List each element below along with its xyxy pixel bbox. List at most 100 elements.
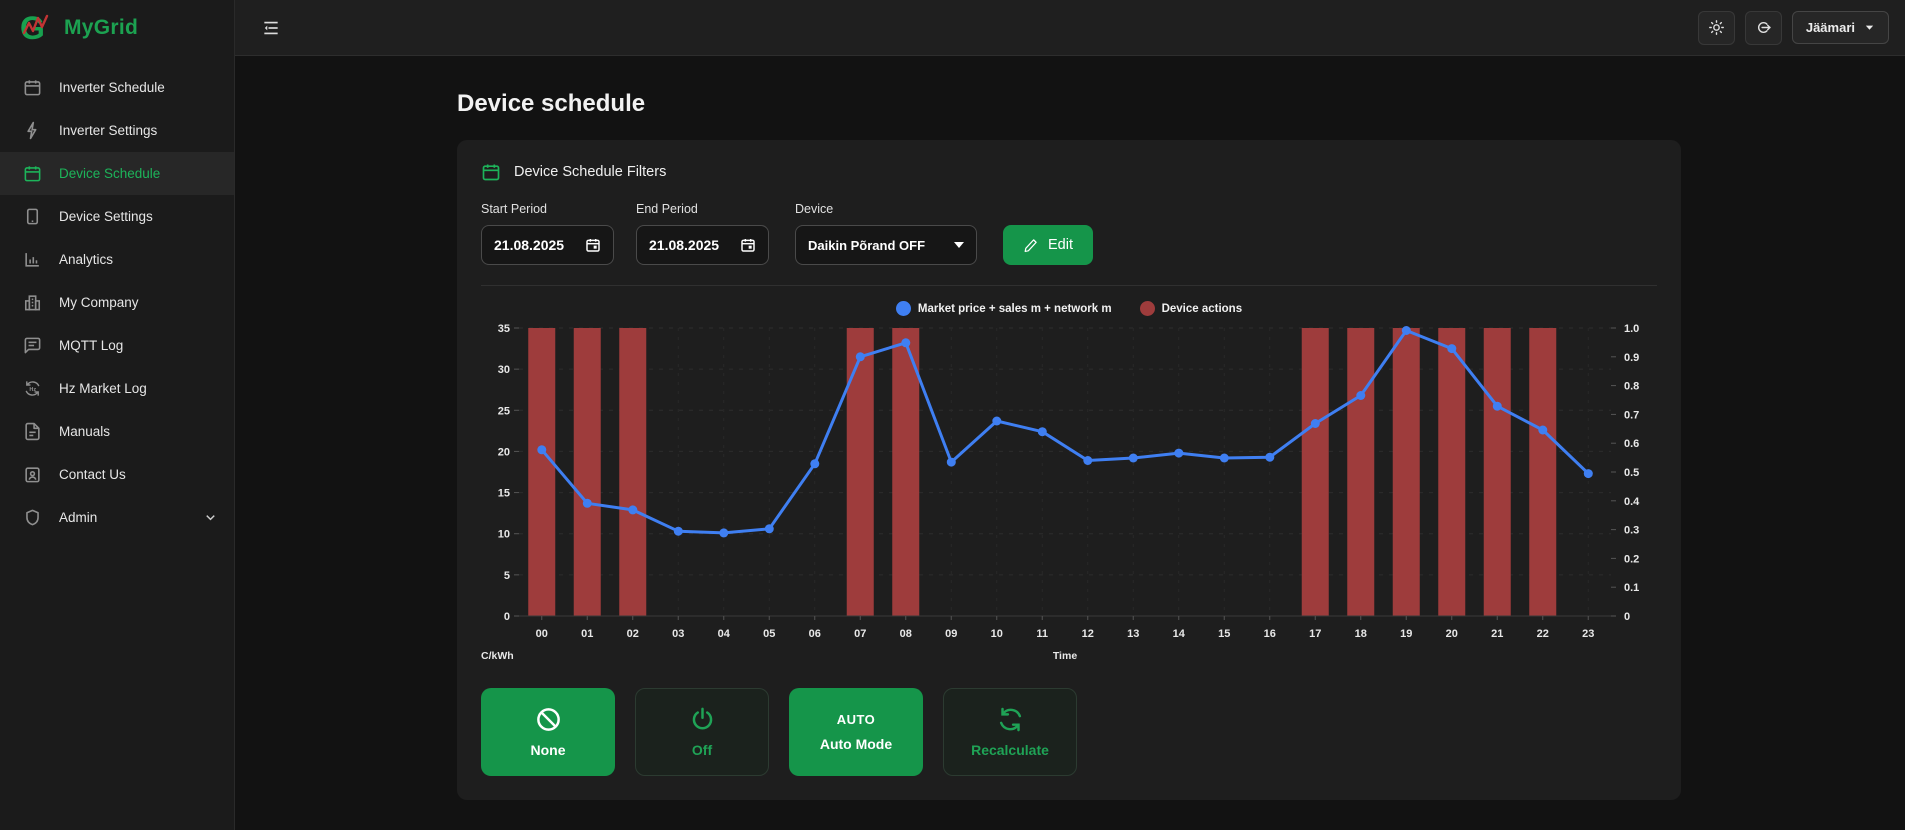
svg-text:16: 16 (1264, 628, 1276, 640)
sidebar-item-label: Device Settings (59, 209, 153, 224)
logout-icon (1755, 19, 1772, 36)
prohibition-icon (535, 706, 562, 733)
svg-text:0.8: 0.8 (1624, 381, 1639, 393)
svg-text:1.0: 1.0 (1624, 323, 1639, 335)
chart-legend: Market price + sales m + network m Devic… (481, 301, 1657, 316)
end-period-label: End Period (636, 202, 769, 216)
end-period-field: End Period 21.08.2025 (636, 202, 769, 265)
legend-dot-device-actions (1140, 301, 1155, 316)
legend-label-device-actions: Device actions (1162, 303, 1243, 315)
end-period-input[interactable]: 21.08.2025 (636, 225, 769, 265)
svg-text:20: 20 (498, 446, 510, 458)
caret-down-icon (1864, 22, 1875, 33)
sidebar-item-label: My Company (59, 295, 139, 310)
svg-text:25: 25 (498, 405, 510, 417)
action-off-label: Off (692, 742, 712, 758)
brand-name: MyGrid (64, 16, 138, 40)
svg-text:0: 0 (504, 611, 510, 623)
filters-row: Start Period 21.08.2025 End Period 21.08… (481, 202, 1657, 265)
card-divider (481, 285, 1657, 286)
refresh-icon (997, 706, 1024, 733)
svg-text:23: 23 (1582, 628, 1594, 640)
svg-text:01: 01 (581, 628, 593, 640)
legend-item-market-price: Market price + sales m + network m (896, 301, 1112, 316)
shield-icon (23, 508, 42, 527)
svg-text:17: 17 (1309, 628, 1321, 640)
edit-button-label: Edit (1048, 237, 1073, 253)
building-icon (23, 293, 42, 312)
document-icon (23, 422, 42, 441)
calendar-icon (585, 237, 601, 253)
sidebar-item-device-settings[interactable]: Device Settings (0, 195, 234, 238)
user-menu-button[interactable]: Jäämari (1792, 11, 1889, 44)
filters-panel-title: Device Schedule Filters (514, 164, 666, 180)
sidebar-item-device-schedule[interactable]: Device Schedule (0, 152, 234, 195)
action-auto-mode-button[interactable]: AUTO Auto Mode (789, 688, 923, 776)
end-period-value: 21.08.2025 (649, 237, 719, 253)
sidebar-item-mqtt-log[interactable]: MQTT Log (0, 324, 234, 367)
mygrid-logo-icon: G (18, 10, 54, 46)
action-auto-mode-label: Auto Mode (820, 736, 892, 752)
legend-item-device-actions: Device actions (1140, 301, 1243, 316)
sidebar-item-analytics[interactable]: Analytics (0, 238, 234, 281)
sidebar-item-my-company[interactable]: My Company (0, 281, 234, 324)
sidebar-item-admin[interactable]: Admin (0, 496, 234, 539)
svg-text:5: 5 (504, 570, 510, 582)
main-column: Jäämari Device schedule Device Schedule … (235, 0, 1905, 830)
topbar-right: Jäämari (1698, 11, 1889, 45)
sidebar-item-label: MQTT Log (59, 338, 123, 353)
action-none-label: None (531, 742, 566, 758)
svg-text:15: 15 (498, 488, 510, 500)
svg-text:00: 00 (536, 628, 548, 640)
device-selected-value: Daikin Põrand OFF (808, 238, 925, 253)
sidebar-item-label: Contact Us (59, 467, 126, 482)
caret-down-icon (954, 242, 964, 248)
sidebar-item-label: Admin (59, 510, 97, 525)
sidebar-item-inverter-schedule[interactable]: Inverter Schedule (0, 66, 234, 109)
svg-text:0.5: 0.5 (1624, 467, 1639, 479)
svg-text:07: 07 (854, 628, 866, 640)
sidebar-item-label: Inverter Settings (59, 123, 157, 138)
tablet-icon (23, 207, 42, 226)
action-none-button[interactable]: None (481, 688, 615, 776)
collapse-sidebar-icon (261, 18, 281, 38)
svg-text:30: 30 (498, 364, 510, 376)
svg-text:0.3: 0.3 (1624, 525, 1639, 537)
svg-text:04: 04 (718, 628, 731, 640)
svg-text:20: 20 (1446, 628, 1458, 640)
topbar: Jäämari (235, 0, 1905, 56)
action-recalculate-button[interactable]: Recalculate (943, 688, 1077, 776)
logo-area: G MyGrid (0, 0, 234, 56)
svg-text:09: 09 (945, 628, 957, 640)
sidebar-item-contact-us[interactable]: Contact Us (0, 453, 234, 496)
svg-text:15: 15 (1218, 628, 1230, 640)
svg-text:03: 03 (672, 628, 684, 640)
edit-button[interactable]: Edit (1003, 225, 1093, 265)
filters-panel-header: Device Schedule Filters (481, 162, 1657, 182)
sidebar-item-label: Hz Market Log (59, 381, 147, 396)
logout-button[interactable] (1745, 11, 1782, 45)
svg-text:0: 0 (1624, 611, 1630, 623)
sidebar-item-label: Inverter Schedule (59, 80, 165, 95)
start-period-input[interactable]: 21.08.2025 (481, 225, 614, 265)
calendar-icon (23, 164, 42, 183)
action-off-button[interactable]: Off (635, 688, 769, 776)
auto-mode-icon-text: AUTO (837, 712, 876, 727)
app-root: G MyGrid Inverter Schedule Inverter Sett… (0, 0, 1905, 830)
device-select[interactable]: Daikin Põrand OFF (795, 225, 977, 265)
sidebar-item-manuals[interactable]: Manuals (0, 410, 234, 453)
collapse-sidebar-button[interactable] (261, 18, 281, 38)
sidebar-item-label: Device Schedule (59, 166, 160, 181)
hz-refresh-icon: Hz (23, 379, 42, 398)
bar-chart-icon (23, 250, 42, 269)
sidebar-nav: Inverter Schedule Inverter Settings Devi… (0, 56, 234, 539)
sidebar-item-hz-market-log[interactable]: Hz Hz Market Log (0, 367, 234, 410)
svg-text:0.6: 0.6 (1624, 438, 1639, 450)
svg-text:18: 18 (1355, 628, 1367, 640)
theme-toggle-button[interactable] (1698, 11, 1735, 45)
device-schedule-chart: 0510152025303500.10.20.30.40.50.60.70.80… (481, 320, 1657, 652)
contact-card-icon (23, 465, 42, 484)
sidebar-item-inverter-settings[interactable]: Inverter Settings (0, 109, 234, 152)
device-label: Device (795, 202, 977, 216)
device-schedule-card: Device Schedule Filters Start Period 21.… (457, 140, 1681, 800)
